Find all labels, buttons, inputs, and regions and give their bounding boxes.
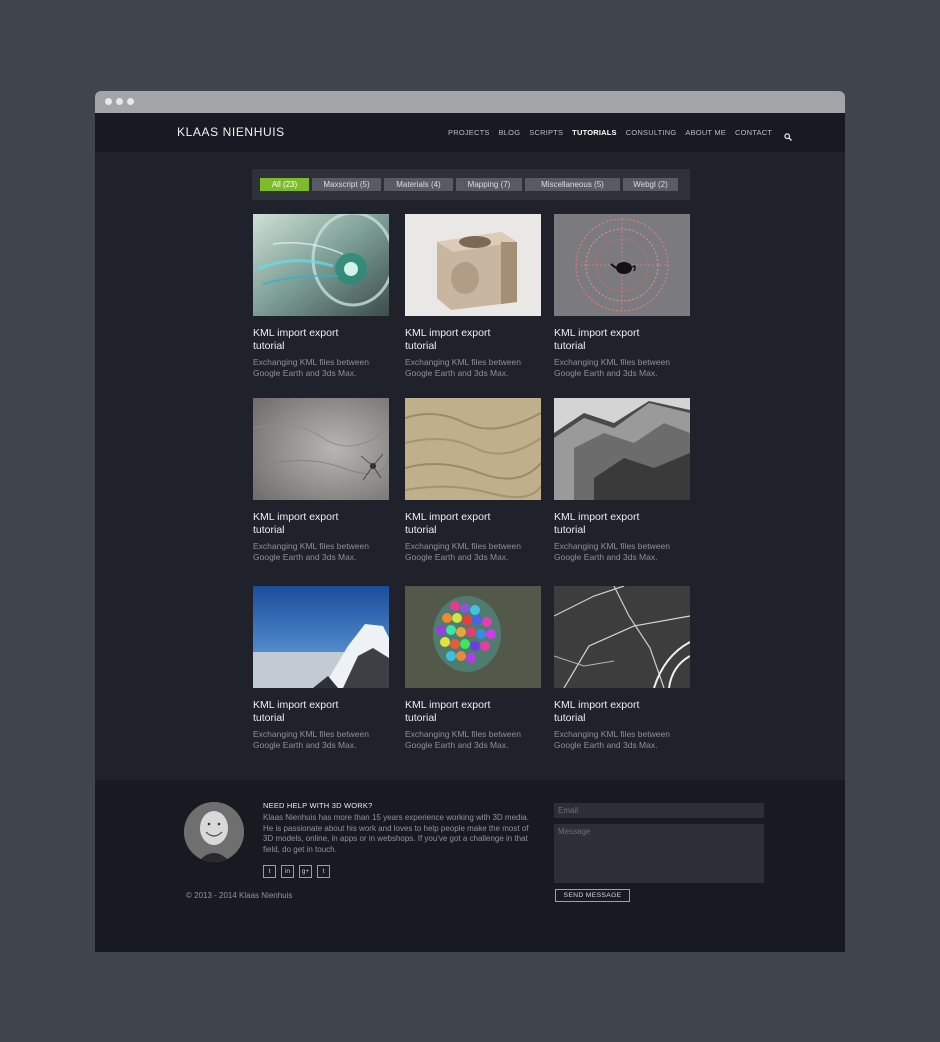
tutorial-title[interactable]: KML import export tutorial — [405, 699, 515, 724]
tutorial-thumbnail[interactable] — [554, 398, 690, 500]
tutorial-description: Exchanging KML files between Google Eart… — [554, 357, 670, 378]
tutorial-card[interactable]: KML import export tutorial Exchanging KM… — [405, 398, 541, 563]
site-header: KLAAS NIENHUIS PROJECTS BLOG SCRIPTS TUT… — [95, 113, 845, 152]
tutorial-description: Exchanging KML files between Google Eart… — [253, 541, 369, 562]
category-filter-bar: All (23) Maxscript (5) Materials (4) Map… — [252, 169, 690, 200]
tutorial-card[interactable]: KML import export tutorial Exchanging KM… — [554, 586, 690, 751]
tumblr-icon[interactable]: t — [317, 865, 330, 878]
tutorial-title[interactable]: KML import export tutorial — [554, 699, 664, 724]
tutorial-description: Exchanging KML files between Google Eart… — [405, 541, 521, 562]
tutorial-card[interactable]: KML import export tutorial Exchanging KM… — [554, 398, 690, 563]
tutorial-card[interactable]: KML import export tutorial Exchanging KM… — [405, 214, 541, 379]
window-dot-icon — [116, 98, 123, 105]
filter-mapping[interactable]: Mapping (7) — [456, 178, 522, 191]
filter-all[interactable]: All (23) — [260, 178, 309, 191]
tutorial-card[interactable]: KML import export tutorial Exchanging KM… — [554, 214, 690, 379]
googleplus-icon[interactable]: g+ — [299, 865, 312, 878]
help-description: Klaas Nienhuis has more than 15 years ex… — [263, 813, 529, 854]
tutorial-thumbnail[interactable] — [554, 586, 690, 688]
author-avatar — [184, 802, 244, 862]
tutorial-card[interactable]: KML import export tutorial Exchanging KM… — [253, 586, 389, 751]
filter-maxscript[interactable]: Maxscript (5) — [312, 178, 381, 191]
social-links: t in g+ t — [263, 865, 335, 878]
tutorial-thumbnail[interactable] — [405, 398, 541, 500]
tutorial-description: Exchanging KML files between Google Eart… — [554, 541, 670, 562]
tutorial-description: Exchanging KML files between Google Eart… — [405, 729, 521, 750]
linkedin-icon[interactable]: in — [281, 865, 294, 878]
help-heading: NEED HELP WITH 3D WORK? — [263, 801, 373, 810]
tutorial-card[interactable]: KML import export tutorial Exchanging KM… — [253, 214, 389, 379]
tutorial-thumbnail[interactable] — [405, 214, 541, 316]
tutorial-card[interactable]: KML import export tutorial Exchanging KM… — [405, 586, 541, 751]
nav-item-about-me[interactable]: ABOUT ME — [685, 128, 726, 137]
filter-materials[interactable]: Materials (4) — [384, 178, 453, 191]
tutorial-thumbnail[interactable] — [253, 214, 389, 316]
nav-item-tutorials[interactable]: TUTORIALS — [572, 128, 617, 137]
tutorial-title[interactable]: KML import export tutorial — [554, 327, 664, 352]
tutorial-description: Exchanging KML files between Google Eart… — [405, 357, 521, 378]
filter-webgl[interactable]: Webgl (2) — [623, 178, 678, 191]
twitter-icon[interactable]: t — [263, 865, 276, 878]
nav-item-projects[interactable]: PROJECTS — [448, 128, 490, 137]
window-dot-icon — [105, 98, 112, 105]
window-chrome — [95, 91, 845, 113]
search-icon[interactable] — [784, 128, 793, 141]
browser-window: KLAAS NIENHUIS PROJECTS BLOG SCRIPTS TUT… — [95, 91, 845, 952]
tutorial-description: Exchanging KML files between Google Eart… — [253, 729, 369, 750]
nav-item-scripts[interactable]: SCRIPTS — [529, 128, 563, 137]
tutorial-title[interactable]: KML import export tutorial — [253, 327, 363, 352]
tutorial-description: Exchanging KML files between Google Eart… — [253, 357, 369, 378]
message-field[interactable] — [554, 824, 764, 883]
tutorial-title[interactable]: KML import export tutorial — [405, 327, 515, 352]
tutorial-thumbnail[interactable] — [405, 586, 541, 688]
send-message-button[interactable]: SEND MESSAGE — [555, 889, 630, 902]
nav-item-contact[interactable]: CONTACT — [735, 128, 772, 137]
window-dot-icon — [127, 98, 134, 105]
filter-miscellaneous[interactable]: Miscellaneous (5) — [525, 178, 620, 191]
tutorial-title[interactable]: KML import export tutorial — [253, 699, 363, 724]
tutorial-description: Exchanging KML files between Google Eart… — [554, 729, 670, 750]
copyright-text: © 2013 - 2014 Klaas Nienhuis — [186, 891, 293, 900]
tutorial-grid: KML import export tutorial Exchanging KM… — [253, 214, 693, 759]
nav-item-blog[interactable]: BLOG — [499, 128, 521, 137]
tutorial-title[interactable]: KML import export tutorial — [405, 511, 515, 536]
tutorial-thumbnail[interactable] — [554, 214, 690, 316]
tutorial-thumbnail[interactable] — [253, 398, 389, 500]
site-brand[interactable]: KLAAS NIENHUIS — [177, 125, 285, 139]
tutorial-card[interactable]: KML import export tutorial Exchanging KM… — [253, 398, 389, 563]
tutorial-title[interactable]: KML import export tutorial — [253, 511, 363, 536]
site-footer: NEED HELP WITH 3D WORK? Klaas Nienhuis h… — [95, 780, 845, 952]
tutorial-thumbnail[interactable] — [253, 586, 389, 688]
main-nav: PROJECTS BLOG SCRIPTS TUTORIALS CONSULTI… — [448, 128, 793, 141]
tutorial-title[interactable]: KML import export tutorial — [554, 511, 664, 536]
nav-item-consulting[interactable]: CONSULTING — [626, 128, 677, 137]
email-field[interactable] — [554, 803, 764, 818]
